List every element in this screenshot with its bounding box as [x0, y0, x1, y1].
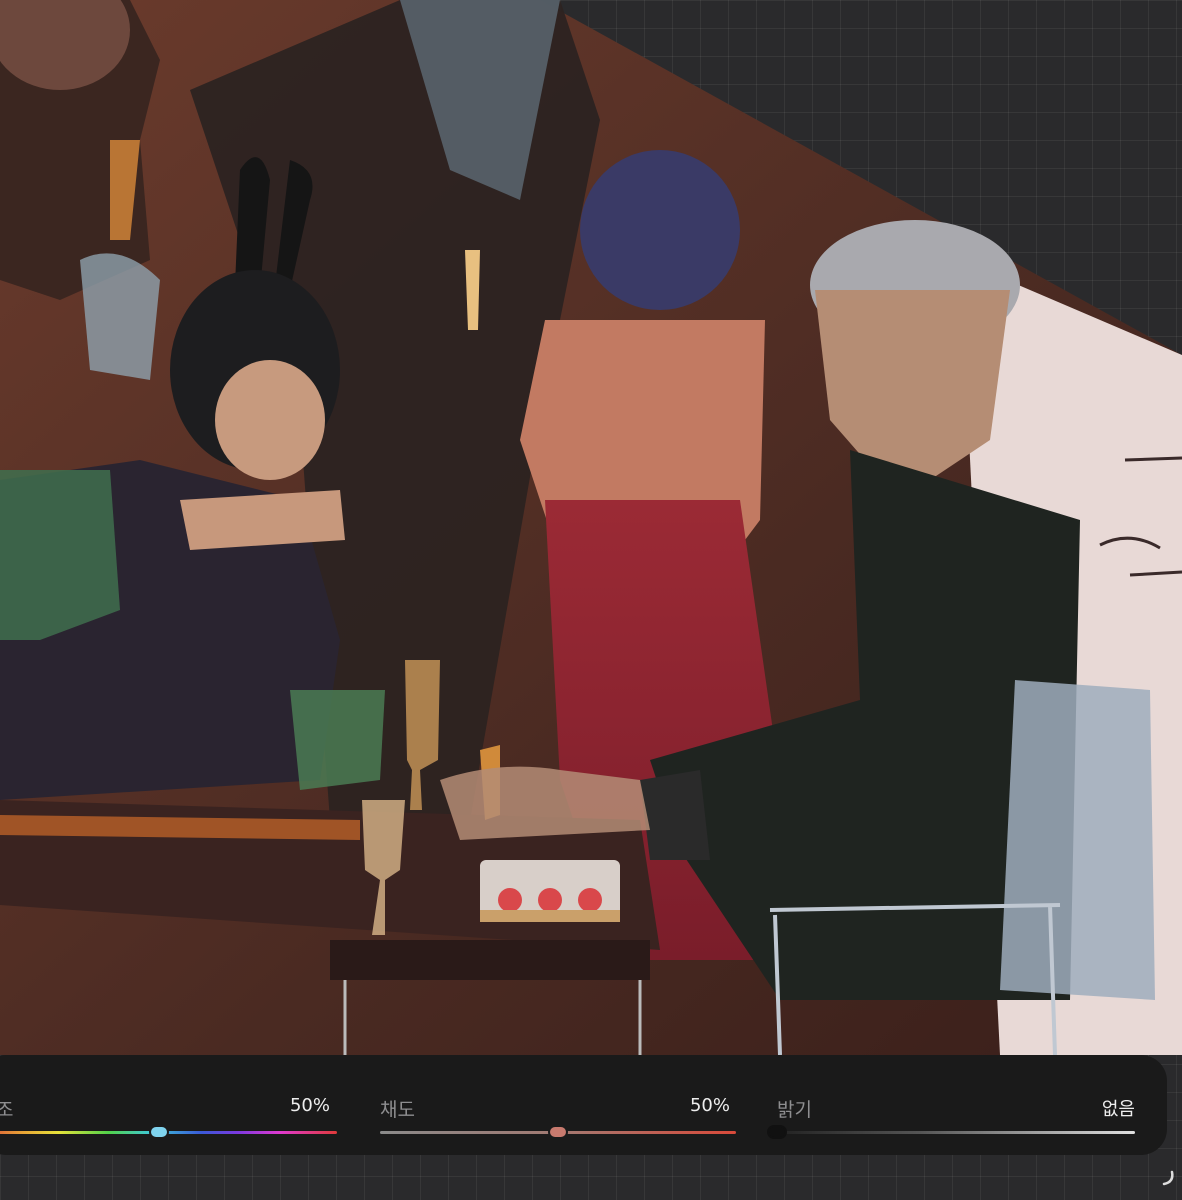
hue-slider-group: 조 50% [0, 1055, 340, 1155]
brightness-slider-thumb[interactable] [767, 1125, 787, 1139]
hue-slider-thumb[interactable] [148, 1125, 169, 1139]
saturation-slider-group: 채도 50% [380, 1055, 736, 1155]
hue-saturation-brightness-panel: 조 50% 채도 50% 밝기 없음 [0, 1055, 1167, 1155]
brightness-track[interactable] [777, 1131, 1135, 1134]
artwork-canvas[interactable] [0, 0, 1182, 1200]
figure-woman-hair [580, 150, 740, 310]
saturation-slider-thumb[interactable] [548, 1125, 568, 1139]
brightness-value: 없음 [1101, 1099, 1135, 1120]
hue-value: 50% [289, 1095, 330, 1116]
hue-label: 조 [0, 1099, 14, 1121]
brightness-slider-group: 밝기 없음 [767, 1055, 1135, 1155]
app-canvas: 조 50% 채도 50% 밝기 없음 [0, 0, 1182, 1200]
chair [1000, 680, 1155, 1000]
saturation-value: 50% [689, 1095, 730, 1116]
curve-arrow-icon[interactable] [1160, 1170, 1176, 1188]
saturation-label: 채도 [380, 1099, 415, 1121]
hue-track[interactable] [0, 1131, 337, 1134]
brightness-label: 밝기 [777, 1099, 812, 1121]
